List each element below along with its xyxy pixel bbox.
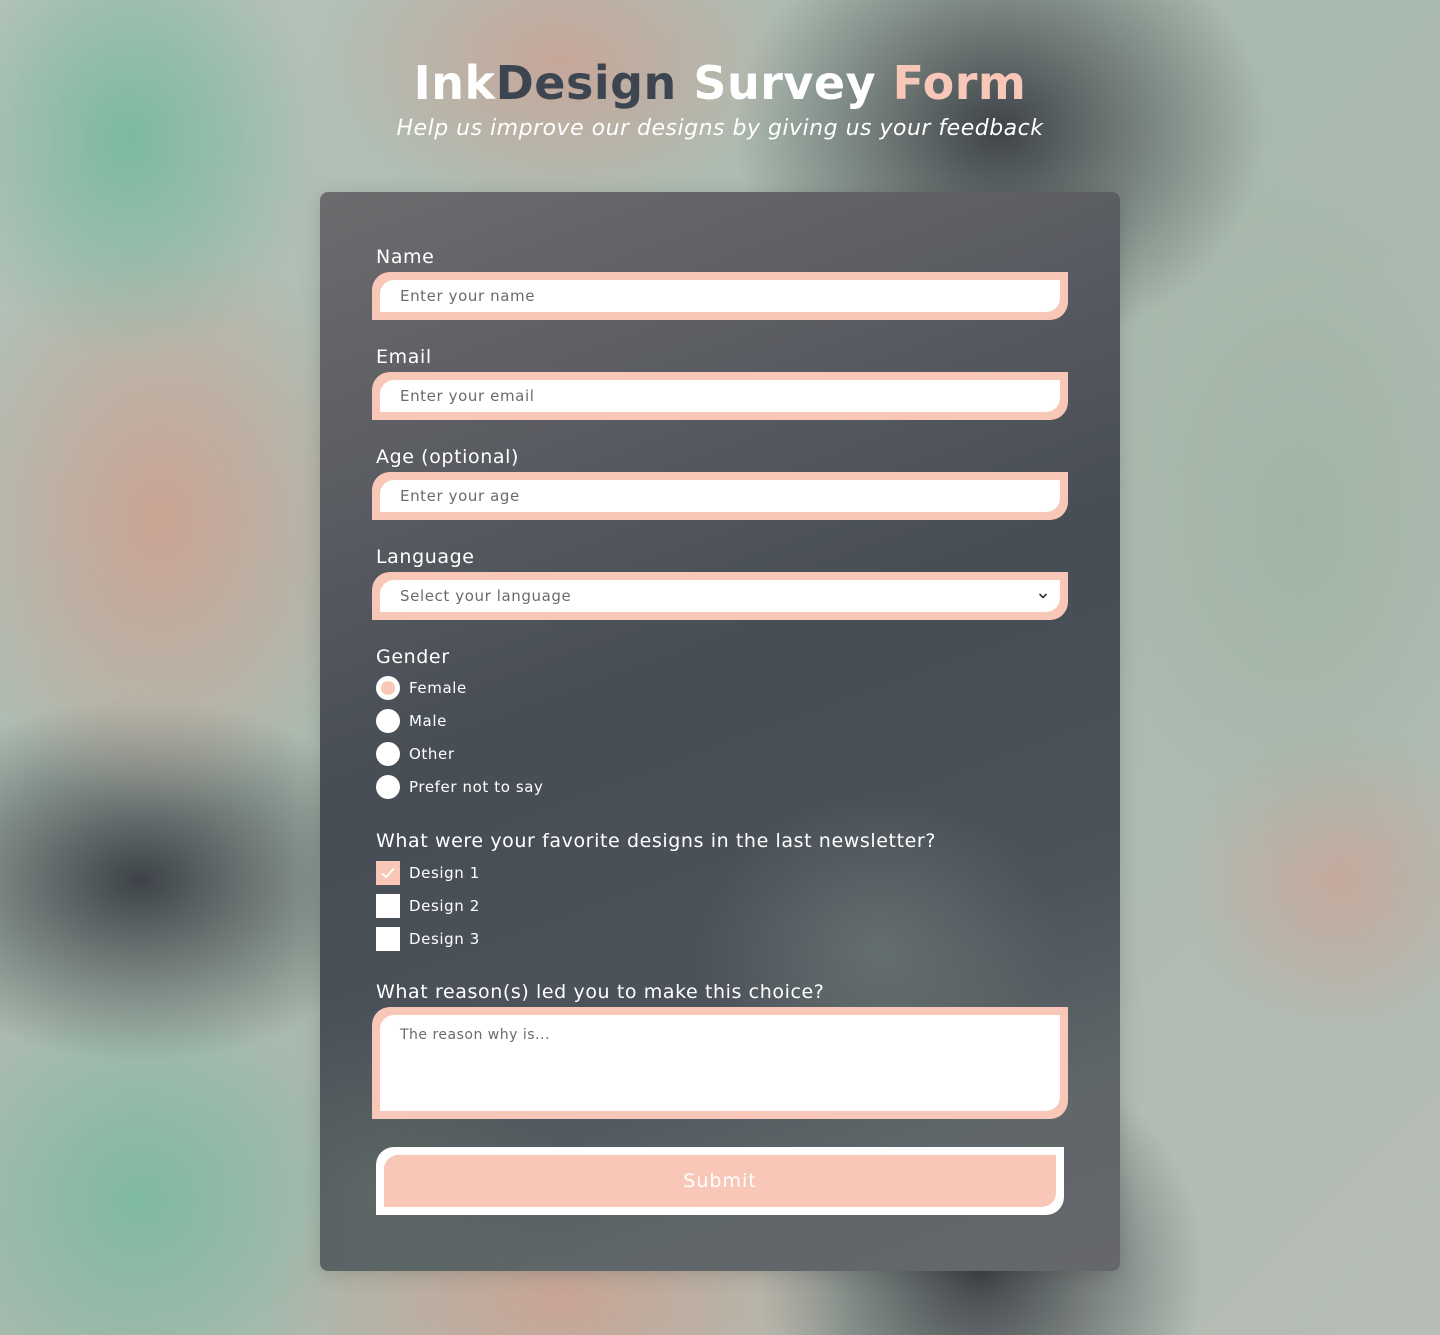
- survey-form-card: Name Enter your name Email Enter your em…: [320, 192, 1120, 1271]
- checkbox-design-2[interactable]: [376, 894, 400, 918]
- title-word-form: Form: [876, 56, 1027, 110]
- name-label: Name: [376, 246, 435, 268]
- gender-option-male[interactable]: Male: [376, 708, 447, 734]
- checkbox-design-3[interactable]: [376, 927, 400, 951]
- checkmark-icon: [381, 867, 395, 879]
- radio-label: Prefer not to say: [409, 778, 544, 796]
- submit-button[interactable]: Submit: [384, 1155, 1056, 1207]
- reason-textarea[interactable]: The reason why is...: [380, 1015, 1060, 1111]
- chevron-down-icon: [1038, 588, 1048, 607]
- age-field-group: Age (optional) Enter your age: [372, 444, 1068, 520]
- radio-male[interactable]: [376, 709, 400, 733]
- title-word-ink: Ink: [413, 56, 496, 110]
- submit-button-frame: Submit: [376, 1147, 1064, 1215]
- language-field-group: Language Select your language: [372, 544, 1068, 620]
- name-input-frame: Enter your name: [372, 272, 1068, 320]
- reason-label: What reason(s) led you to make this choi…: [376, 981, 825, 1003]
- radio-prefer-not[interactable]: [376, 775, 400, 799]
- language-select-frame: Select your language: [372, 572, 1068, 620]
- checkbox-design-1[interactable]: [376, 861, 400, 885]
- reason-textarea-frame: The reason why is...: [372, 1007, 1068, 1119]
- checkbox-label: Design 3: [409, 930, 480, 948]
- gender-field-group: Gender: [376, 644, 1068, 670]
- title-word-survey: Survey: [676, 56, 877, 110]
- radio-label: Female: [409, 679, 467, 697]
- email-field-group: Email Enter your email: [372, 344, 1068, 420]
- design-option-1[interactable]: Design 1: [376, 860, 480, 886]
- favorites-label: What were your favorite designs in the l…: [376, 830, 937, 852]
- age-label: Age (optional): [376, 446, 520, 468]
- language-select-value: Select your language: [400, 587, 572, 605]
- age-input[interactable]: Enter your age: [380, 480, 1060, 512]
- checkbox-label: Design 2: [409, 897, 480, 915]
- title-word-design: Design: [495, 56, 677, 110]
- email-input-frame: Enter your email: [372, 372, 1068, 420]
- gender-option-female[interactable]: Female: [376, 675, 467, 701]
- page-header: InkDesign Survey Form Help us improve ou…: [0, 52, 1440, 141]
- gender-option-other[interactable]: Other: [376, 741, 455, 767]
- gender-option-prefer-not[interactable]: Prefer not to say: [376, 774, 544, 800]
- page-title: InkDesign Survey Form: [0, 52, 1440, 114]
- design-option-2[interactable]: Design 2: [376, 893, 480, 919]
- favorites-field-group: What were your favorite designs in the l…: [376, 828, 1068, 854]
- radio-female[interactable]: [376, 676, 400, 700]
- email-input[interactable]: Enter your email: [380, 380, 1060, 412]
- page-subtitle: Help us improve our designs by giving us…: [396, 116, 1044, 141]
- name-field-group: Name Enter your name: [372, 244, 1068, 320]
- age-input-frame: Enter your age: [372, 472, 1068, 520]
- reason-field-group: What reason(s) led you to make this choi…: [372, 979, 1068, 1119]
- gender-label: Gender: [376, 646, 450, 668]
- checkbox-label: Design 1: [409, 864, 480, 882]
- design-option-3[interactable]: Design 3: [376, 926, 480, 952]
- email-label: Email: [376, 346, 432, 368]
- radio-other[interactable]: [376, 742, 400, 766]
- language-select[interactable]: Select your language: [380, 580, 1060, 612]
- name-input[interactable]: Enter your name: [380, 280, 1060, 312]
- language-label: Language: [376, 546, 475, 568]
- radio-label: Male: [409, 712, 447, 730]
- radio-label: Other: [409, 745, 455, 763]
